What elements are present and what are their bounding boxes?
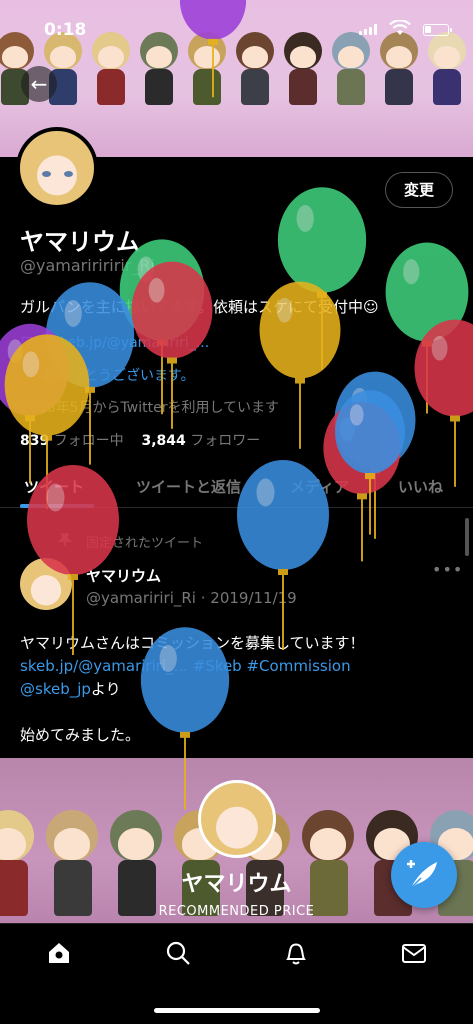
back-button[interactable]: ← [21, 66, 57, 102]
profile-bio: ガルパンを主に描いてます。依頼はスケにて受付中☺ [20, 298, 379, 316]
active-tab-indicator [20, 504, 94, 508]
balloon [277, 187, 367, 370]
tweet-handle-date: @yamaririri_Ri · 2019/11/19 [86, 589, 297, 607]
more-options-icon[interactable]: ••• [432, 560, 463, 579]
joined-text: 2016年5月からTwitterを利用しています [20, 400, 280, 416]
tab-likes[interactable]: いいね [398, 476, 443, 497]
tweet-avatar[interactable] [20, 558, 72, 610]
tweet-line: ヤマリウムさんはコミッションを募集しています！ [20, 634, 365, 652]
hashtag-commission[interactable]: #Commission [246, 657, 350, 675]
status-time: 0:18 [44, 20, 87, 40]
birthday-text: おめでとうございます。 [42, 368, 195, 384]
hashtag-skeb[interactable]: #Skeb [193, 657, 242, 675]
following-link[interactable]: 839 フォロー中 [20, 433, 124, 449]
balloon [414, 319, 473, 487]
profile-avatar[interactable] [16, 127, 98, 209]
home-indicator [154, 1008, 320, 1013]
tweet-body: ヤマリウムさんはコミッションを募集しています！ skeb.jp/@yamarir… [20, 632, 460, 747]
promo-avatar [198, 780, 276, 858]
battery-icon [423, 24, 452, 36]
balloon [334, 371, 416, 539]
tab-media[interactable]: メディア [290, 476, 349, 497]
bell-icon[interactable] [283, 940, 309, 966]
location-text: ワ [20, 335, 34, 351]
mention-link[interactable]: @skeb_jp [20, 680, 91, 698]
profile-handle: @yamaririririr_Ri [20, 256, 155, 275]
follow-counts: 839 フォロー中 3,844 フォロワー [20, 430, 260, 450]
balloon [335, 390, 405, 535]
tab-tweets[interactable]: ツイート [24, 476, 84, 497]
profile-name: ヤマリウム [20, 228, 140, 256]
profile-tabs: ツイート ツイートと返信 メディア いいね [0, 466, 473, 508]
tab-tweets-replies[interactable]: ツイートと返信 [136, 476, 241, 497]
website-link[interactable]: skeb.jp/@yamaririri_... [52, 335, 209, 351]
home-icon[interactable] [46, 940, 72, 966]
following-count: 839 [20, 433, 50, 449]
search-icon[interactable] [165, 940, 191, 966]
tweet-author[interactable]: ヤマリウム [86, 565, 161, 586]
scrollbar[interactable] [465, 518, 469, 556]
arrow-left-icon: ← [30, 72, 48, 96]
tweet-link[interactable]: skeb.jp/@yamaririri_... [20, 657, 188, 675]
balloon [385, 242, 469, 414]
status-bar: 0:18 [0, 0, 473, 44]
feather-plus-icon [407, 860, 437, 889]
profile-meta-location: ワ skeb.jp/@yamaririri_... [20, 332, 209, 352]
mail-icon[interactable] [401, 940, 427, 966]
following-label: フォロー中 [53, 433, 124, 449]
pinned-label: 固定されたツイート [86, 536, 204, 551]
cellular-signal-icon [359, 24, 377, 35]
followers-link[interactable]: 3,844 フォロワー [142, 433, 261, 449]
tweet-line: 始めてみました。 [20, 726, 141, 744]
edit-profile-button[interactable]: 変更 [385, 172, 453, 208]
pin-icon [58, 533, 72, 546]
followers-count: 3,844 [141, 433, 186, 449]
compose-tweet-button[interactable] [391, 842, 457, 908]
tweet-text-yori: より [90, 680, 121, 698]
followers-label: フォロワー [190, 433, 261, 449]
wifi-icon [389, 20, 411, 35]
